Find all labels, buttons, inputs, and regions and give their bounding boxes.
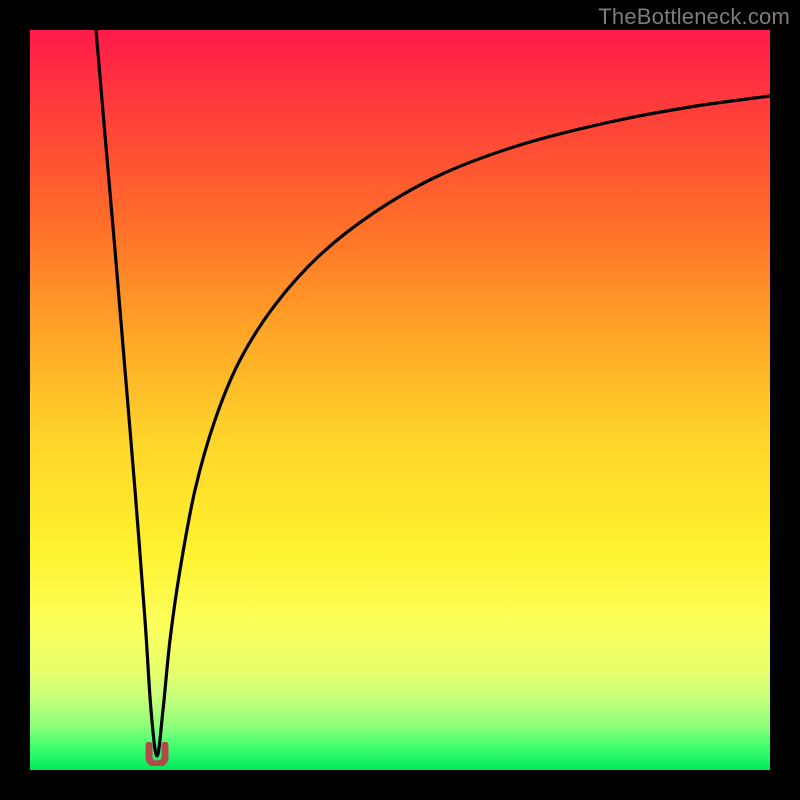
- plot-area: [30, 30, 770, 770]
- bottleneck-curve: [30, 30, 770, 770]
- minimum-marker: [144, 742, 170, 766]
- chart-frame: TheBottleneck.com: [0, 0, 800, 800]
- watermark-text: TheBottleneck.com: [598, 4, 790, 30]
